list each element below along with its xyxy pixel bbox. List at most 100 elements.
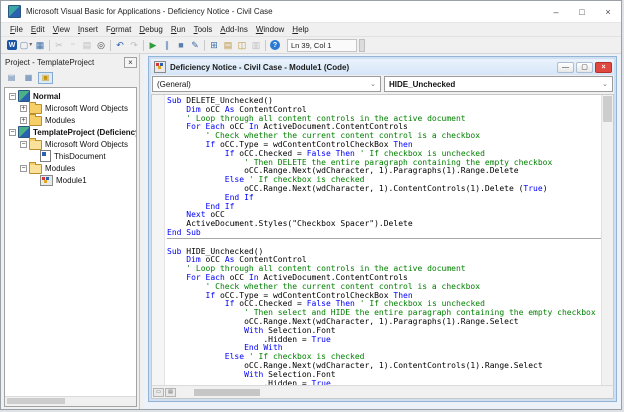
- menu-run[interactable]: Run: [167, 24, 190, 35]
- folder-open-icon: [29, 162, 42, 174]
- project-tree[interactable]: − Normal + Microsoft Word Objects + Modules − T…: [5, 88, 136, 396]
- maximize-button[interactable]: □: [569, 1, 595, 22]
- find-icon[interactable]: ◎: [94, 39, 108, 52]
- menu-file[interactable]: File: [6, 24, 27, 35]
- tree-item-normal[interactable]: − Normal: [5, 90, 136, 102]
- copy-icon: ▫▫: [70, 42, 76, 48]
- design-mode-icon[interactable]: ✎: [188, 39, 202, 52]
- view-object-icon[interactable]: ▦: [21, 72, 36, 84]
- object-browser-icon[interactable]: ◫: [235, 39, 249, 52]
- menu-debug[interactable]: Debug: [135, 24, 167, 35]
- project-icon: [18, 126, 30, 138]
- code-editor[interactable]: Sub DELETE_Unchecked() Dim oCC As Conten…: [165, 95, 601, 385]
- folder-icon: [29, 114, 42, 126]
- tree-item-module1[interactable]: Module1: [5, 174, 136, 186]
- vba-main-window: Microsoft Visual Basic for Applications …: [0, 0, 622, 410]
- toolbar-separator: [204, 39, 205, 51]
- project-tree-box: − Normal + Microsoft Word Objects + Modules − T…: [4, 87, 137, 407]
- menu-tools[interactable]: Tools: [190, 24, 217, 35]
- menu-edit[interactable]: Edit: [27, 24, 49, 35]
- tree-item-modules[interactable]: − Modules: [5, 162, 136, 174]
- folder-icon: [29, 102, 42, 114]
- tree-item-label: Microsoft Word Objects: [45, 103, 128, 113]
- procedure-view-button[interactable]: ▭: [153, 387, 164, 397]
- expand-icon[interactable]: +: [20, 104, 27, 112]
- menu-insert[interactable]: Insert: [74, 24, 102, 35]
- margin-indicator-bar[interactable]: [152, 95, 165, 385]
- project-panel-toolbar: ▤ ▦ ▣: [1, 69, 139, 86]
- code-window-title: Deficiency Notice - Civil Case - Module1…: [170, 62, 350, 72]
- tree-item-templateproject-deficiency-notic[interactable]: − TemplateProject (Deficiency Notic: [5, 126, 136, 138]
- menu-format[interactable]: Format: [102, 24, 135, 35]
- toolbar-grip: [359, 38, 365, 52]
- code-window-dropdown-row: (General) ⌄ HIDE_Unchecked ⌄: [151, 75, 614, 94]
- folder-open-icon: [29, 138, 42, 150]
- procedure-dropdown[interactable]: HIDE_Unchecked ⌄: [384, 76, 613, 92]
- redo-icon: ↷: [130, 39, 138, 50]
- tree-item-label: Module1: [56, 175, 87, 185]
- view-code-icon[interactable]: ▤: [4, 72, 19, 84]
- code-vertical-scrollbar[interactable]: [601, 95, 613, 385]
- tree-item-microsoft-word-objects[interactable]: − Microsoft Word Objects: [5, 138, 136, 150]
- run-icon[interactable]: ▶: [146, 39, 160, 52]
- view-microsoft-word-icon[interactable]: W: [5, 39, 19, 52]
- project-icon: [18, 90, 30, 102]
- help-icon[interactable]: ?: [268, 39, 282, 52]
- maximize-button[interactable]: ▢: [576, 61, 593, 73]
- close-button[interactable]: ×: [595, 1, 621, 22]
- project-tree-horizontal-scrollbar[interactable]: [5, 396, 136, 406]
- toolbar-separator: [265, 39, 266, 51]
- reset-icon[interactable]: ■: [174, 39, 188, 52]
- break-icon[interactable]: ∥: [160, 39, 174, 52]
- project-explorer-icon[interactable]: ⊞: [207, 39, 221, 52]
- menubar: File Edit View Insert Format Debug Run Tools Add…: [1, 22, 621, 36]
- menu-view[interactable]: View: [49, 24, 74, 35]
- menu-window[interactable]: Window: [252, 24, 288, 35]
- tree-item-microsoft-word-objects[interactable]: + Microsoft Word Objects: [5, 102, 136, 114]
- toggle-folders-icon[interactable]: ▣: [38, 71, 53, 84]
- code-horizontal-scrollbar[interactable]: [178, 387, 611, 397]
- project-panel-close-button[interactable]: ×: [124, 56, 137, 68]
- project-panel-header: Project - TemplateProject ×: [1, 54, 139, 69]
- tree-item-thisdocument[interactable]: ThisDocument: [5, 150, 136, 162]
- collapse-icon[interactable]: −: [9, 128, 16, 136]
- project-explorer-panel: Project - TemplateProject × ▤ ▦ ▣ − Normal +…: [1, 54, 139, 409]
- tree-item-modules[interactable]: + Modules: [5, 114, 136, 126]
- tree-item-label: Modules: [45, 163, 76, 173]
- minimize-button[interactable]: —: [557, 61, 574, 73]
- expand-icon[interactable]: +: [20, 116, 27, 124]
- toolbar-separator: [49, 39, 50, 51]
- toolbar-separator: [143, 39, 144, 51]
- mdi-area: Deficiency Notice - Civil Case - Module1…: [144, 54, 621, 409]
- document-icon: [40, 150, 51, 162]
- chevron-down-icon: ⌄: [370, 81, 376, 88]
- close-button[interactable]: ×: [595, 61, 612, 73]
- collapse-icon[interactable]: −: [20, 140, 27, 148]
- module-icon: [40, 174, 53, 186]
- chevron-down-icon: ⌄: [602, 81, 608, 88]
- collapse-icon[interactable]: −: [9, 92, 16, 100]
- menu-add-ins[interactable]: Add-Ins: [216, 24, 252, 35]
- module-icon: [154, 61, 166, 73]
- scrollbar-thumb[interactable]: [194, 388, 260, 396]
- tree-item-label: Modules: [45, 115, 76, 125]
- code-line: End Sub: [167, 228, 601, 239]
- minimize-button[interactable]: –: [543, 1, 569, 22]
- object-dropdown[interactable]: (General) ⌄: [152, 76, 381, 92]
- code-window-titlebar[interactable]: Deficiency Notice - Civil Case - Module1…: [151, 59, 614, 75]
- cut-icon: ✂: [55, 39, 63, 50]
- collapse-icon[interactable]: −: [20, 164, 27, 172]
- full-module-view-button[interactable]: ▤: [165, 387, 176, 397]
- tree-item-label: TemplateProject (Deficiency Notic: [33, 127, 136, 137]
- scrollbar-thumb[interactable]: [7, 398, 65, 404]
- menu-help[interactable]: Help: [288, 24, 312, 35]
- tree-item-label: ThisDocument: [54, 151, 106, 161]
- scrollbar-thumb[interactable]: [603, 96, 612, 122]
- properties-window-icon[interactable]: ▤: [221, 39, 235, 52]
- insert-userform-icon[interactable]: ▢ ▾: [19, 39, 33, 52]
- project-panel-title: Project - TemplateProject: [5, 57, 95, 67]
- tree-item-label: Normal: [33, 91, 61, 101]
- undo-icon[interactable]: ↶: [113, 39, 127, 52]
- vba-app-icon: [8, 5, 21, 18]
- save-icon[interactable]: ▦: [33, 39, 47, 52]
